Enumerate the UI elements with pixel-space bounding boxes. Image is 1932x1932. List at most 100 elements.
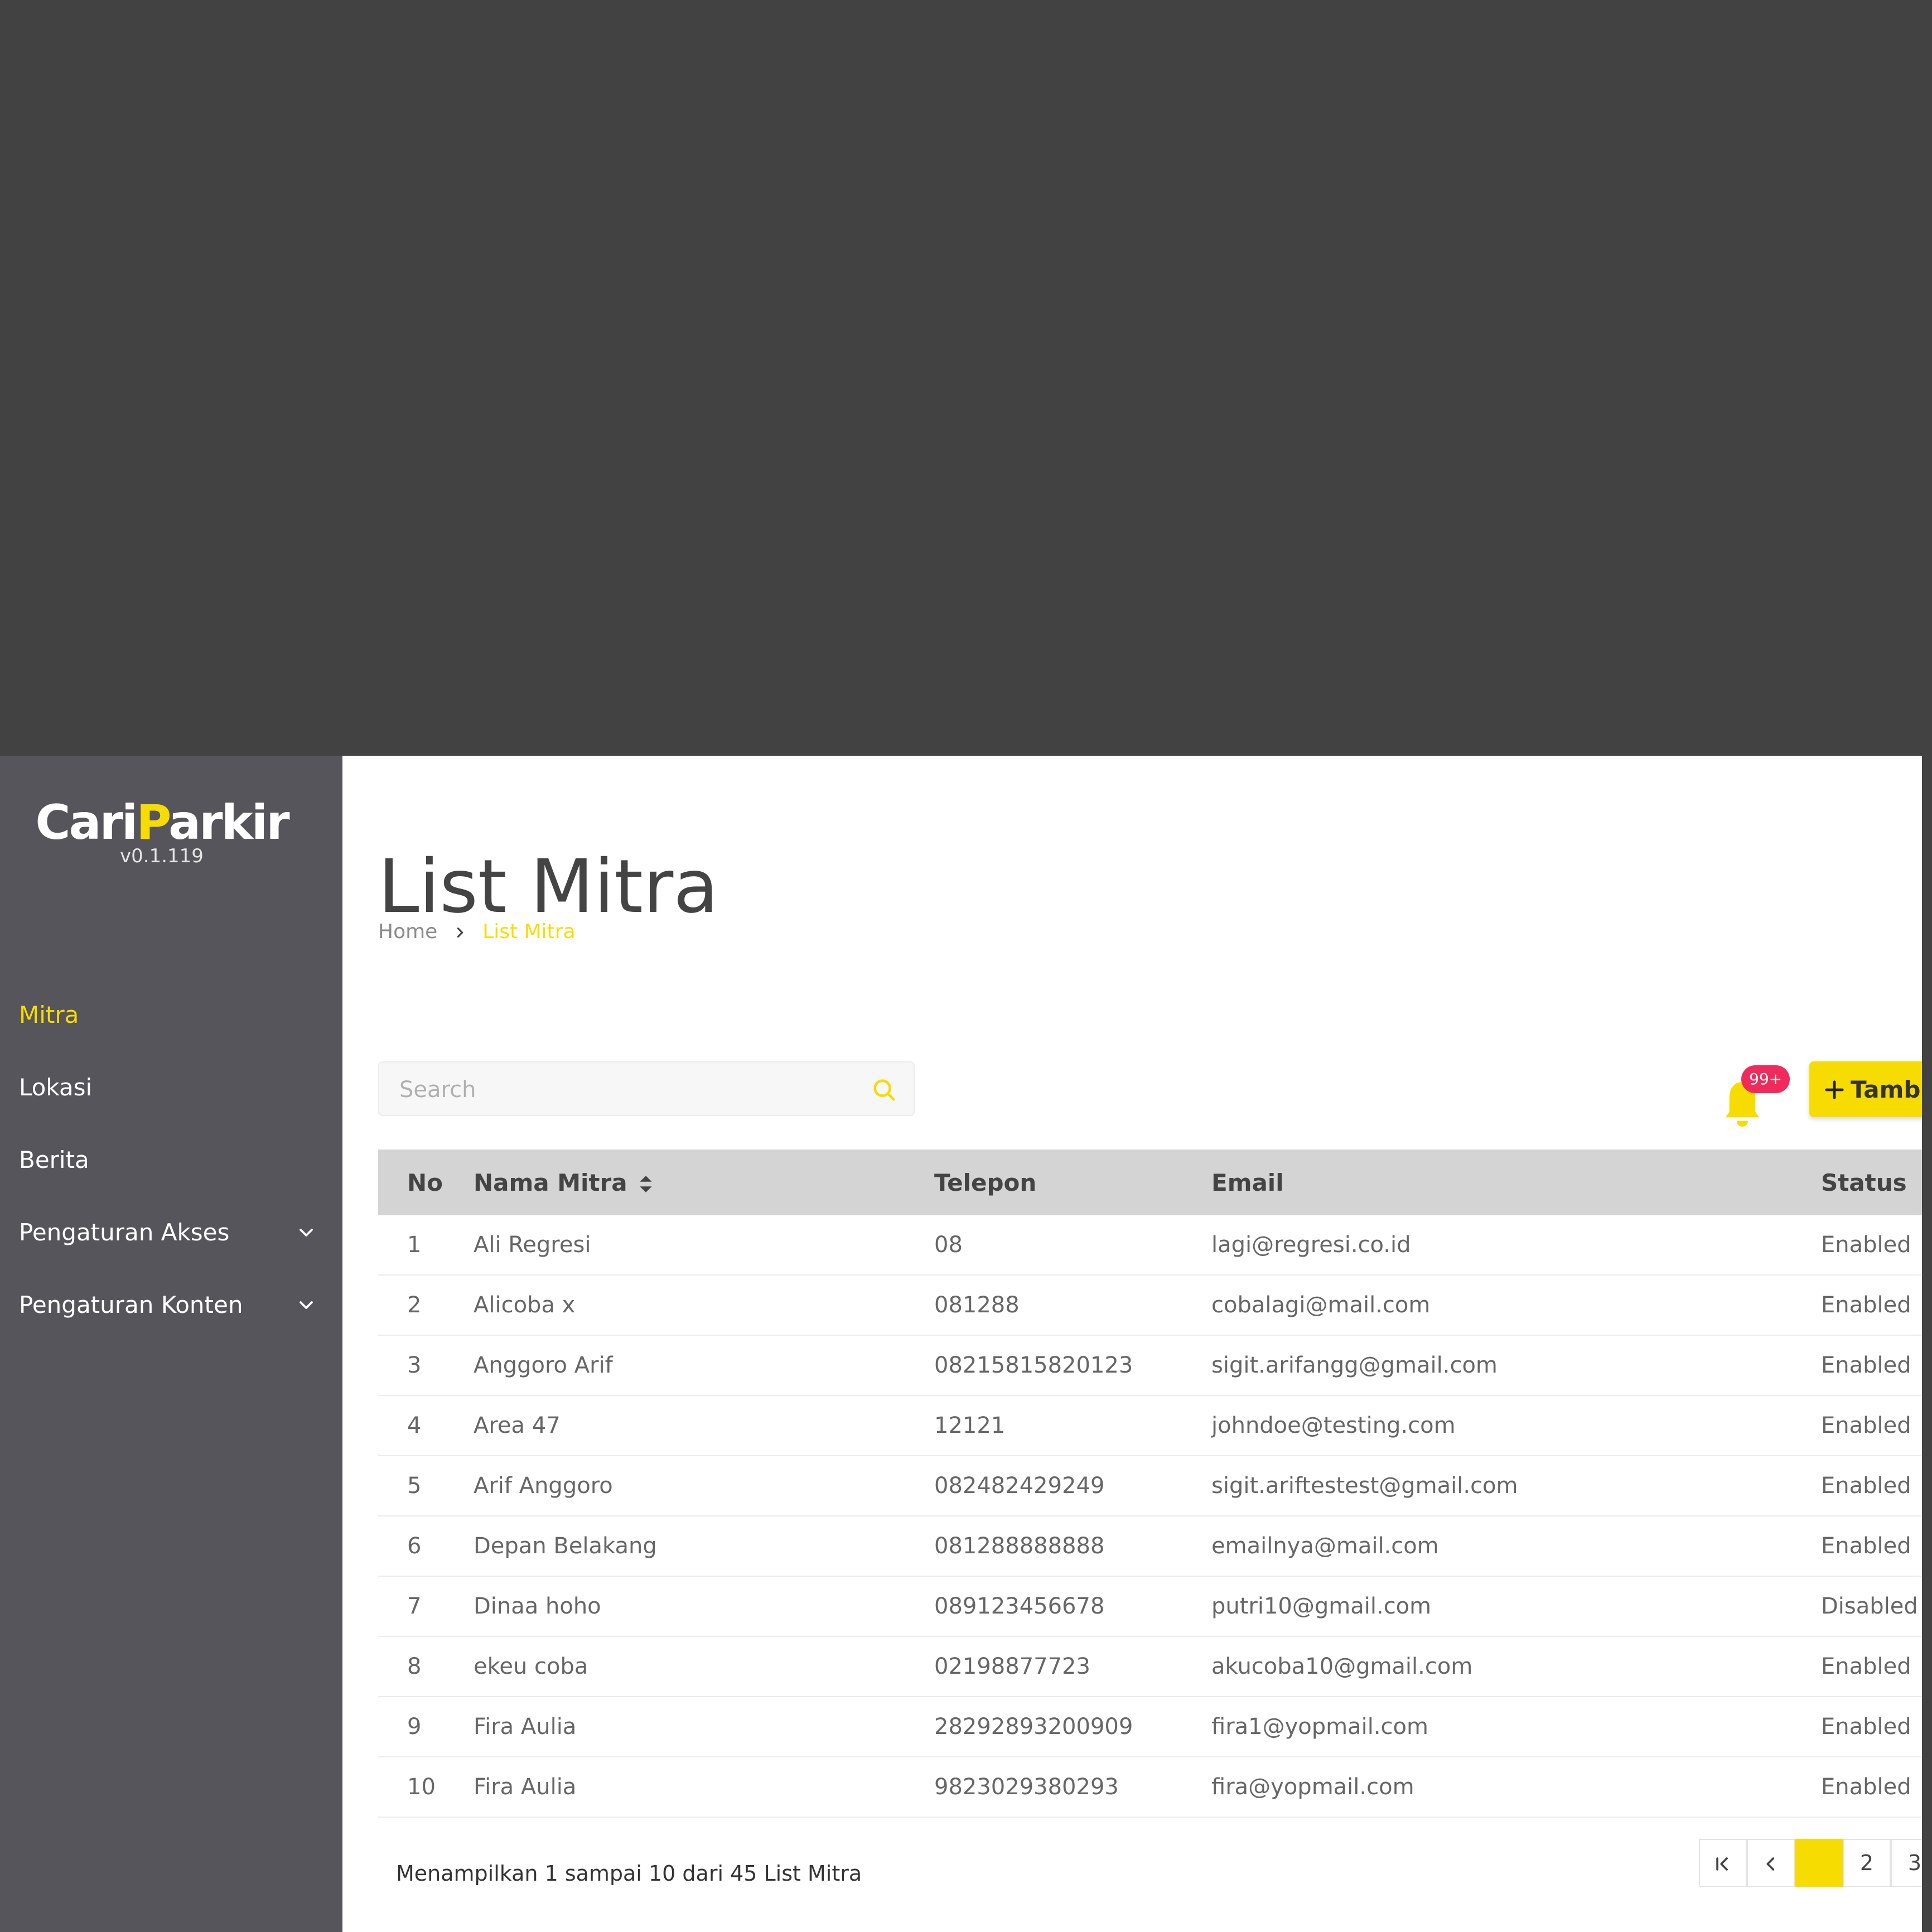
column-header-email: Email — [1211, 1149, 1820, 1215]
sidebar-nav: Mitra Lokasi Berita Pengaturan Akses Pen… — [0, 979, 342, 1341]
sidebar-item-pengaturan-konten[interactable]: Pengaturan Konten — [0, 1269, 342, 1341]
cell-email: fira1@yopmail.com — [1211, 1697, 1820, 1757]
table-row[interactable]: 8 ekeu coba 02198877723 akucoba10@gmail.com… — [378, 1636, 1922, 1697]
sidebar-item-label: Mitra — [19, 1001, 79, 1028]
add-button-label: Tamb — [1851, 1075, 1921, 1103]
cell-email: cobalagi@mail.com — [1211, 1275, 1820, 1336]
cell-no: 3 — [378, 1335, 473, 1396]
cell-email: sigit.ariftestest@gmail.com — [1211, 1456, 1820, 1516]
cell-telepon: 12121 — [934, 1395, 1211, 1456]
search-box — [378, 1061, 915, 1116]
breadcrumb: Home List Mitra — [378, 920, 576, 943]
sidebar: CariParkir v0.1.119 Mitra Lokasi Berita … — [0, 756, 342, 1932]
cell-telepon: 02198877723 — [934, 1636, 1211, 1697]
table-row[interactable]: 3 Anggoro Arif 08215815820123 sigit.arifang… — [378, 1335, 1922, 1396]
pagination-summary: Menampilkan 1 sampai 10 dari 45 List Mit… — [396, 1861, 862, 1886]
table-row[interactable]: 4 Area 47 12121 johndoe@testing.com Enabled — [378, 1395, 1922, 1456]
cell-nama-mitra: Fira Aulia — [473, 1757, 934, 1818]
cell-email: putri10@gmail.com — [1211, 1576, 1820, 1637]
mitra-table: No Nama Mitra Telepon Email Status 1 Ali … — [378, 1149, 1922, 1818]
column-header-status: Status — [1820, 1149, 1922, 1215]
cell-telepon: 08215815820123 — [934, 1335, 1211, 1396]
table-row[interactable]: 1 Ali Regresi 08 lagi@regresi.co.id Enabled — [378, 1215, 1922, 1276]
chevron-down-icon — [300, 1229, 313, 1237]
brand-wordmark: CariParkir — [35, 795, 289, 851]
sort-icon[interactable] — [639, 1175, 653, 1194]
cell-status: Disabled — [1820, 1576, 1922, 1637]
page-button-2[interactable]: 2 — [1843, 1839, 1891, 1887]
search-icon[interactable] — [871, 1077, 897, 1103]
cell-nama-mitra: Depan Belakang — [473, 1516, 934, 1577]
cell-status: Enabled — [1820, 1757, 1922, 1818]
cell-nama-mitra: Anggoro Arif — [473, 1335, 934, 1396]
pagination: 123 — [1699, 1839, 1922, 1887]
cell-status: Enabled — [1820, 1697, 1922, 1757]
table-row[interactable]: 7 Dinaa hoho 089123456678 putri10@gmail.com… — [378, 1576, 1922, 1637]
column-header-telepon: Telepon — [934, 1149, 1211, 1215]
cell-email: johndoe@testing.com — [1211, 1395, 1820, 1456]
table-row[interactable]: 10 Fira Aulia 9823029380293 fira@yopmail.co… — [378, 1757, 1922, 1818]
cell-status: Enabled — [1820, 1395, 1922, 1456]
column-header-no: No — [378, 1149, 473, 1215]
cell-nama-mitra: Arif Anggoro — [473, 1456, 934, 1516]
main-content: List Mitra Home List Mitra 99+ Tamb — [342, 756, 1922, 1932]
chevron-down-icon — [300, 1301, 313, 1309]
cell-status: Enabled — [1820, 1636, 1922, 1697]
cell-status: Enabled — [1820, 1335, 1922, 1396]
chevron-right-icon — [457, 928, 463, 938]
sidebar-item-label: Berita — [19, 1146, 89, 1173]
cell-nama-mitra: Fira Aulia — [473, 1697, 934, 1757]
cell-email: akucoba10@gmail.com — [1211, 1636, 1820, 1697]
cell-no: 2 — [378, 1275, 473, 1336]
brand-logo[interactable]: CariParkir v0.1.119 — [0, 795, 323, 867]
first-page-icon — [1716, 1857, 1728, 1871]
table-row[interactable]: 6 Depan Belakang 081288888888 emailnya@mail… — [378, 1516, 1922, 1577]
search-input[interactable] — [398, 1074, 847, 1106]
sidebar-item-label: Pengaturan Konten — [19, 1291, 243, 1318]
cell-nama-mitra: ekeu coba — [473, 1636, 934, 1697]
cell-nama-mitra: Alicoba x — [473, 1275, 934, 1336]
breadcrumb-home[interactable]: Home — [378, 920, 437, 943]
cell-telepon: 082482429249 — [934, 1456, 1211, 1516]
cell-email: sigit.arifangg@gmail.com — [1211, 1335, 1820, 1396]
sidebar-item-pengaturan-akses[interactable]: Pengaturan Akses — [0, 1196, 342, 1269]
sidebar-item-lokasi[interactable]: Lokasi — [0, 1051, 342, 1124]
cell-email: lagi@regresi.co.id — [1211, 1215, 1820, 1276]
page-button-3[interactable]: 3 — [1891, 1839, 1922, 1887]
cell-no: 5 — [378, 1456, 473, 1516]
cell-telepon: 9823029380293 — [934, 1757, 1211, 1818]
notification-badge: 99+ — [1741, 1065, 1790, 1093]
app-window: CariParkir v0.1.119 Mitra Lokasi Berita … — [0, 756, 1922, 1932]
cell-nama-mitra: Ali Regresi — [473, 1215, 934, 1276]
page-button-1[interactable]: 1 — [1795, 1839, 1843, 1887]
breadcrumb-current: List Mitra — [482, 920, 576, 943]
column-header-nama-mitra[interactable]: Nama Mitra — [473, 1149, 934, 1215]
cell-telepon: 08 — [934, 1215, 1211, 1276]
cell-no: 9 — [378, 1697, 473, 1757]
cell-telepon: 28292893200909 — [934, 1697, 1211, 1757]
table-header-row: No Nama Mitra Telepon Email Status — [378, 1149, 1922, 1215]
table-row[interactable]: 9 Fira Aulia 28292893200909 fira1@yopmail.c… — [378, 1697, 1922, 1757]
table-row[interactable]: 2 Alicoba x 081288 cobalagi@mail.com Enabled — [378, 1275, 1922, 1336]
sidebar-item-berita[interactable]: Berita — [0, 1124, 342, 1196]
cell-email: fira@yopmail.com — [1211, 1757, 1820, 1818]
cell-status: Enabled — [1820, 1456, 1922, 1516]
cell-no: 10 — [378, 1757, 473, 1818]
cell-nama-mitra: Area 47 — [473, 1395, 934, 1456]
sidebar-item-label: Pengaturan Akses — [19, 1219, 230, 1246]
add-mitra-button[interactable]: Tamb — [1809, 1061, 1922, 1117]
sidebar-item-label: Lokasi — [19, 1074, 93, 1101]
cell-status: Enabled — [1820, 1516, 1922, 1577]
first-page-button[interactable] — [1699, 1839, 1747, 1887]
cell-telepon: 081288888888 — [934, 1516, 1211, 1577]
chevron-left-icon — [1766, 1857, 1775, 1871]
notification-button[interactable]: 99+ — [1720, 1065, 1790, 1127]
table-row[interactable]: 5 Arif Anggoro 082482429249 sigit.arifteste… — [378, 1456, 1922, 1516]
map-pin-letter: P — [136, 795, 170, 851]
cell-no: 6 — [378, 1516, 473, 1577]
cell-no: 8 — [378, 1636, 473, 1697]
prev-page-button[interactable] — [1747, 1839, 1795, 1887]
cell-telepon: 081288 — [934, 1275, 1211, 1336]
page-title: List Mitra — [378, 844, 719, 930]
sidebar-item-mitra[interactable]: Mitra — [0, 979, 342, 1051]
